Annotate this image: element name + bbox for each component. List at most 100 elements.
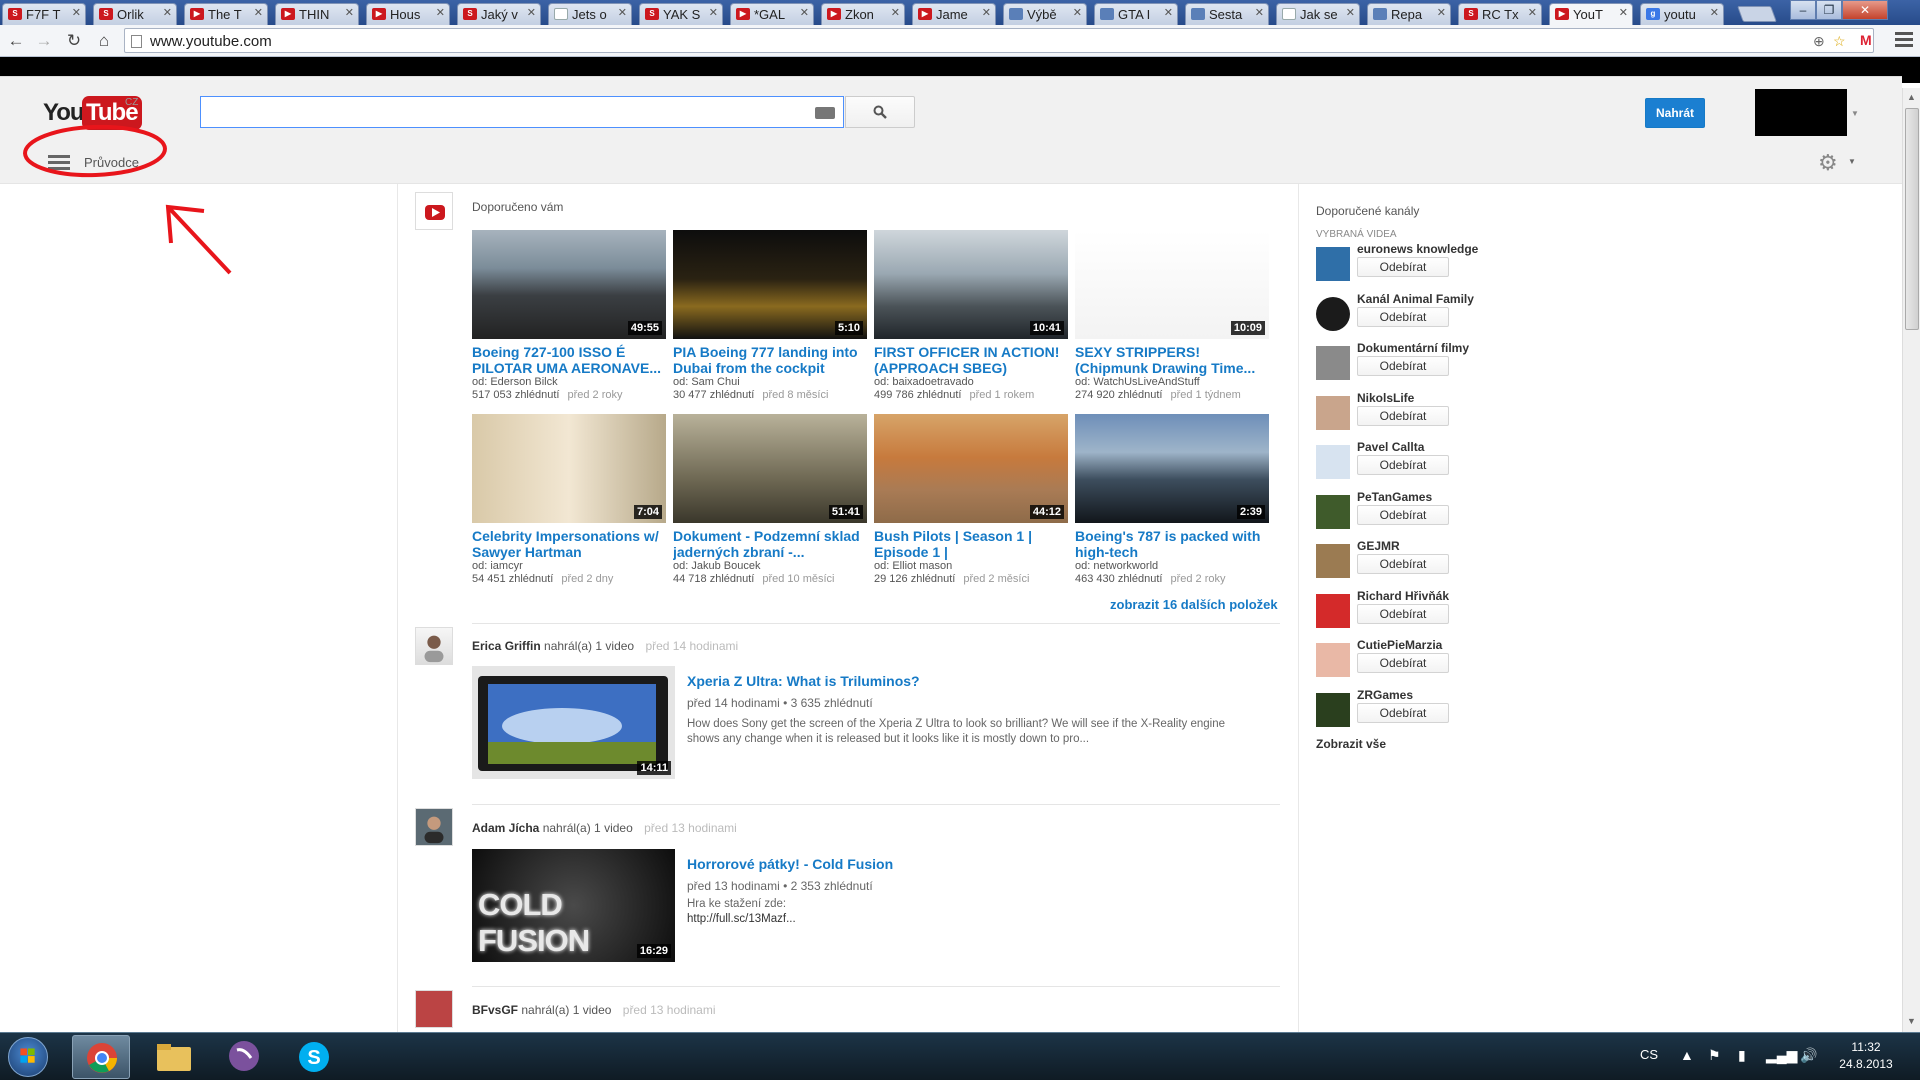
browser-tab[interactable]: S Orlik ✕ [93, 3, 177, 25]
channel-avatar[interactable] [1316, 296, 1350, 331]
show-all-link[interactable]: Zobrazit vše [1316, 737, 1386, 751]
tab-close-icon[interactable]: ✕ [436, 6, 445, 19]
subscribe-button[interactable]: Odebírat [1357, 504, 1449, 525]
channel-name[interactable]: NikolsLife [1357, 391, 1414, 405]
back-button[interactable]: ← [6, 31, 26, 51]
video-title[interactable]: Horrorové pátky! - Cold Fusion [687, 856, 893, 872]
browser-tab[interactable]: ▶ *GAL ✕ [730, 3, 814, 25]
video-card[interactable]: 51:41 Dokument - Podzemní sklad jaderných… [673, 414, 867, 586]
browser-tab[interactable]: S Jaký v ✕ [457, 3, 541, 25]
subscribe-button[interactable]: Odebírat [1357, 554, 1449, 574]
tab-close-icon[interactable]: ✕ [1346, 6, 1355, 19]
channel-avatar[interactable] [1316, 692, 1350, 727]
gear-icon[interactable]: ⚙ [1818, 150, 1838, 176]
show-hidden-icons[interactable]: ▲ [1680, 1047, 1694, 1063]
browser-tab[interactable]: Sesta ✕ [1185, 3, 1269, 25]
tab-close-icon[interactable]: ✕ [254, 6, 263, 19]
browser-tab[interactable]: S YAK S ✕ [639, 3, 723, 25]
video-title[interactable]: Boeing's 787 is packed with high-tech [1075, 528, 1269, 560]
video-thumbnail[interactable]: 44:12 [874, 414, 1068, 523]
video-card[interactable]: 44:12 Bush Pilots | Season 1 | Episode 1 … [874, 414, 1068, 586]
tab-close-icon[interactable]: ✕ [709, 6, 718, 19]
chrome-taskbar-icon[interactable] [72, 1035, 130, 1079]
scroll-up-arrow[interactable]: ▲ [1907, 92, 1916, 102]
browser-tab[interactable]: S RC Tx ✕ [1458, 3, 1542, 25]
show-more-link[interactable]: zobrazit 16 dalších položek [1110, 597, 1278, 612]
channel-avatar[interactable] [1316, 346, 1350, 380]
start-button[interactable] [8, 1037, 48, 1077]
channel-avatar[interactable] [1316, 395, 1350, 430]
uploader-name[interactable]: Adam Jícha [472, 821, 539, 835]
address-bar[interactable]: www.youtube.com ⊕ ☆ [124, 28, 1874, 53]
channel-name[interactable]: Richard Hřivňák [1357, 589, 1449, 603]
browser-tab[interactable]: Jak se ✕ [1276, 3, 1360, 25]
browser-tab[interactable]: Jets o ✕ [548, 3, 632, 25]
avatar[interactable] [415, 808, 453, 846]
video-channel[interactable]: od: WatchUsLiveAndStuff [1075, 376, 1269, 389]
video-card[interactable]: 2:39 Boeing's 787 is packed with high-tec… [1075, 414, 1269, 586]
search-input[interactable] [201, 97, 843, 127]
reload-button[interactable]: ↻ [64, 31, 84, 51]
tab-close-icon[interactable]: ✕ [1164, 6, 1173, 19]
video-channel[interactable]: od: Ederson Bilck [472, 376, 666, 389]
uploader-name[interactable]: BFvsGF [472, 1003, 518, 1017]
subscribe-button[interactable]: Odebírat [1357, 653, 1449, 673]
subscribe-button[interactable]: Odebírat [1357, 356, 1449, 376]
search-box[interactable] [200, 96, 844, 128]
tab-close-icon[interactable]: ✕ [163, 6, 172, 19]
account-avatar[interactable] [1755, 89, 1847, 136]
video-thumbnail[interactable]: 49:55 [472, 230, 666, 339]
browser-tab[interactable]: S F7F T ✕ [2, 3, 86, 25]
channel-name[interactable]: euronews knowledge [1357, 242, 1478, 256]
channel-name[interactable]: Kanál Animal Family [1357, 292, 1474, 306]
video-thumbnail[interactable]: COLD FUSION 16:29 [472, 849, 675, 962]
channel-avatar[interactable] [1316, 247, 1350, 281]
tab-close-icon[interactable]: ✕ [1619, 6, 1628, 19]
browser-tab[interactable]: ▶ YouT ✕ [1549, 3, 1633, 26]
channel-name[interactable]: ZRGames [1357, 688, 1413, 702]
avatar[interactable] [415, 627, 453, 665]
channel-avatar[interactable] [1316, 544, 1350, 578]
video-channel[interactable]: od: Sam Chui [673, 376, 867, 389]
channel-name[interactable]: CutiePieMarzia [1357, 638, 1442, 652]
tab-close-icon[interactable]: ✕ [1255, 6, 1264, 19]
video-thumbnail[interactable]: 5:10 [673, 230, 867, 339]
video-channel[interactable]: od: baixadoetravado [874, 376, 1068, 389]
network-signal-icon[interactable]: ▂▄▆ [1766, 1047, 1797, 1064]
browser-tab[interactable]: Výbě ✕ [1003, 3, 1087, 25]
video-title[interactable]: Celebrity Impersonations w/ Sawyer Hartm… [472, 528, 666, 560]
maximize-button[interactable]: ❐ [1816, 0, 1842, 20]
subscribe-button[interactable]: Odebírat [1357, 257, 1449, 277]
video-title[interactable]: SEXY STRIPPERS! (Chipmunk Drawing Time..… [1075, 344, 1269, 376]
tab-close-icon[interactable]: ✕ [1710, 6, 1719, 19]
keyboard-icon[interactable] [815, 107, 835, 119]
subscribe-button[interactable]: Odebírat [1357, 603, 1449, 624]
video-title[interactable]: PIA Boeing 777 landing into Dubai from t… [673, 344, 867, 376]
browser-tab[interactable]: ▶ THIN ✕ [275, 3, 359, 25]
tab-close-icon[interactable]: ✕ [1073, 6, 1082, 19]
subscribe-button[interactable]: Odebírat [1357, 455, 1449, 475]
browser-tab[interactable]: ▶ Jame ✕ [912, 3, 996, 25]
channel-name[interactable]: PeTanGames [1357, 490, 1432, 504]
video-title[interactable]: FIRST OFFICER IN ACTION! (APPROACH SBEG) [874, 344, 1068, 376]
channel-avatar[interactable] [1316, 494, 1350, 529]
channel-name[interactable]: Dokumentární filmy [1357, 341, 1469, 355]
folder-taskbar-icon[interactable] [145, 1035, 203, 1079]
video-thumbnail[interactable]: 51:41 [673, 414, 867, 523]
video-card[interactable]: 10:09 SEXY STRIPPERS! (Chipmunk Drawing T… [1075, 230, 1269, 402]
tab-close-icon[interactable]: ✕ [891, 6, 900, 19]
tab-close-icon[interactable]: ✕ [1528, 6, 1537, 19]
description-link[interactable]: http://full.sc/13Mazf... [687, 912, 1247, 927]
tab-close-icon[interactable]: ✕ [527, 6, 536, 19]
minimize-button[interactable]: – [1790, 0, 1816, 20]
tab-close-icon[interactable]: ✕ [1437, 6, 1446, 19]
subscribe-button[interactable]: Odebírat [1357, 306, 1449, 327]
scrollbar-thumb[interactable] [1905, 108, 1919, 330]
gmail-extension-icon[interactable]: M [1860, 32, 1872, 48]
video-card[interactable]: 7:04 Celebrity Impersonations w/ Sawyer H… [472, 414, 666, 586]
skype-taskbar-icon[interactable]: S [285, 1035, 343, 1079]
tab-close-icon[interactable]: ✕ [72, 6, 81, 19]
video-title[interactable]: Boeing 727-100 ISSO É PILOTAR UMA AERONA… [472, 344, 666, 376]
browser-tab[interactable]: g youtu ✕ [1640, 3, 1724, 25]
page-scrollbar[interactable]: ▲ ▼ [1902, 88, 1920, 1032]
